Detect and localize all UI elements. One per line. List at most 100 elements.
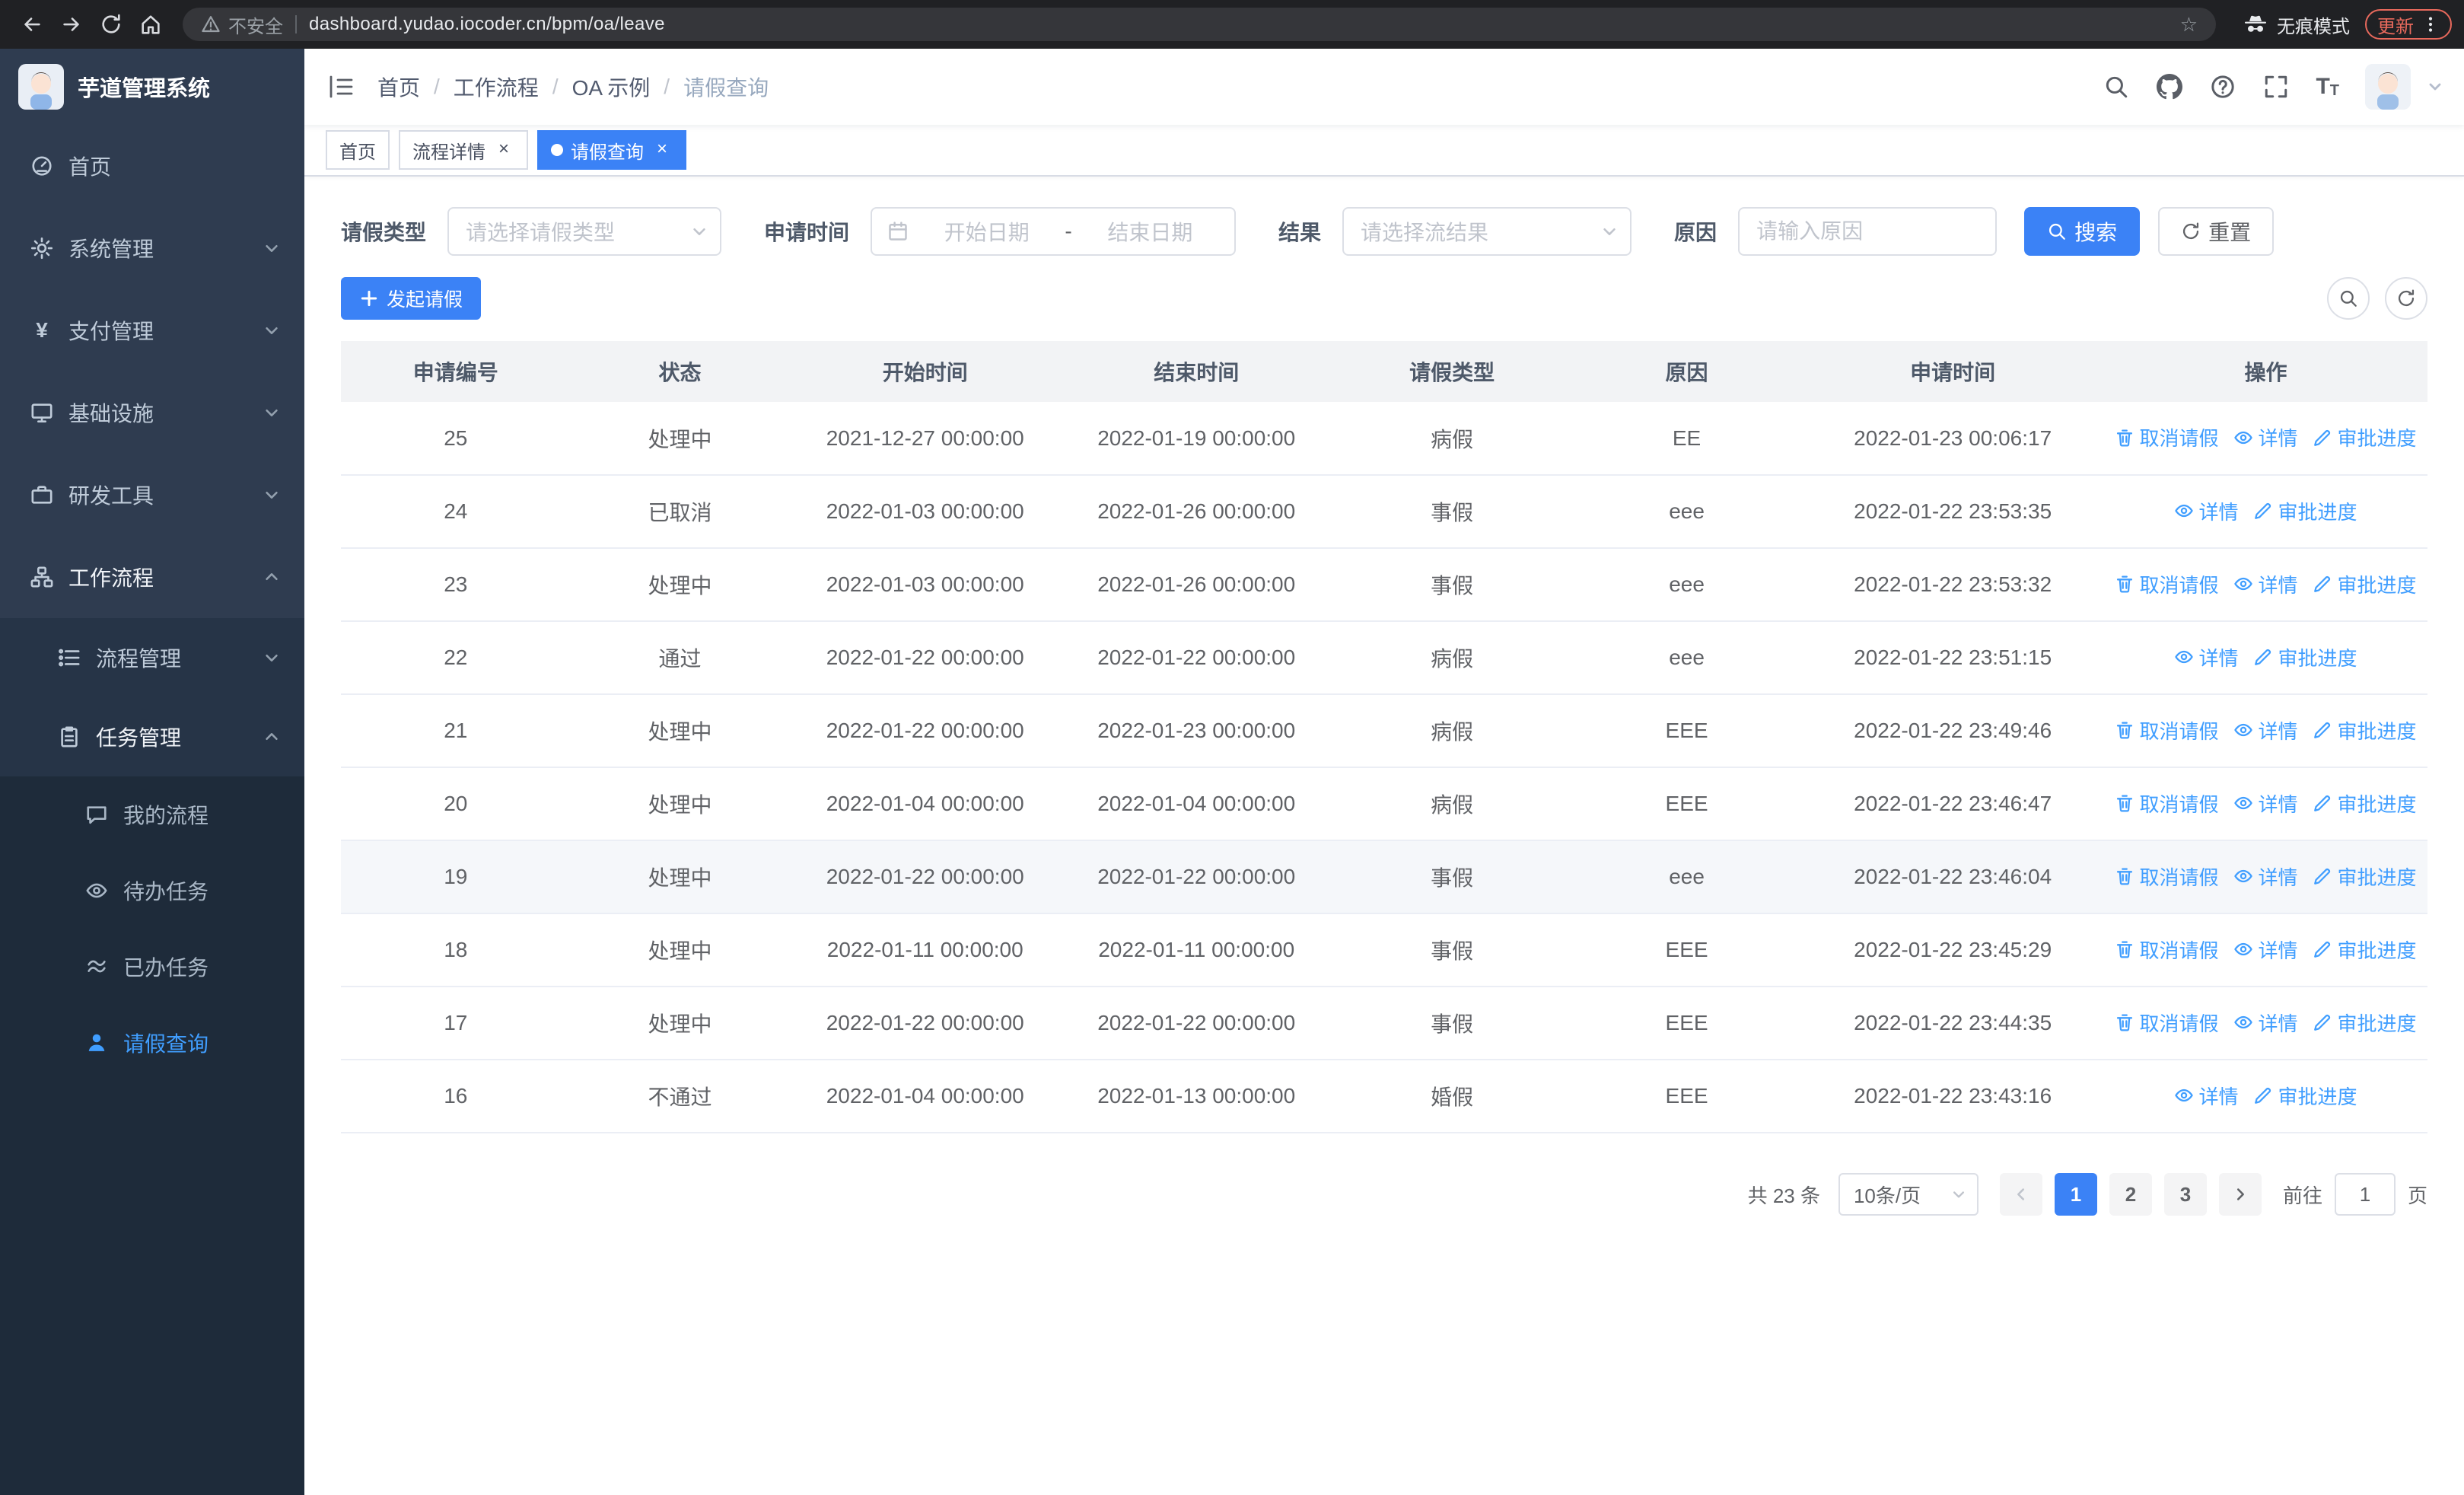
toggle-search-button[interactable] (2327, 277, 2370, 320)
breadcrumb-oa-example[interactable]: OA 示例 (572, 72, 651, 102)
security-label[interactable]: 不安全 (228, 11, 283, 38)
operations-cell: 详情 审批进度 (2103, 1060, 2427, 1133)
reset-button[interactable]: 重置 (2158, 207, 2275, 256)
tab-close-icon[interactable]: × (651, 139, 673, 161)
tab-label: 流程详情 (412, 142, 485, 163)
start-time-cell: 2022-01-04 00:00:00 (789, 1060, 1061, 1133)
approval-progress-link[interactable]: 审批进度 (2253, 643, 2357, 671)
detail-link[interactable]: 详情 (2174, 497, 2238, 525)
approval-progress-link[interactable]: 审批进度 (2313, 1009, 2416, 1037)
end-time-cell: 2022-01-13 00:00:00 (1060, 1060, 1332, 1133)
font-size-icon[interactable]: TT (2316, 75, 2339, 99)
start-time-cell: 2022-01-03 00:00:00 (789, 548, 1061, 622)
sidebar-item-leave-query[interactable]: 请假查询 (0, 1005, 304, 1081)
next-page-button[interactable] (2218, 1173, 2262, 1216)
detail-link[interactable]: 详情 (2233, 570, 2297, 598)
url-text[interactable]: dashboard.yudao.iocoder.cn/bpm/oa/leave (309, 14, 2180, 35)
back-button[interactable] (12, 5, 52, 44)
menu-dots-icon[interactable] (2421, 15, 2440, 33)
header-search-icon[interactable] (2103, 73, 2130, 100)
cancel-leave-link[interactable]: 取消请假 (2115, 789, 2218, 818)
detail-link[interactable]: 详情 (2174, 643, 2238, 671)
approval-progress-link[interactable]: 审批进度 (2253, 1082, 2357, 1110)
view-tab[interactable]: 流程详情 × (399, 130, 528, 170)
github-icon[interactable] (2156, 73, 2183, 100)
forward-button[interactable] (52, 5, 91, 44)
help-icon[interactable] (2209, 73, 2236, 100)
app-logo[interactable]: 芋道管理系统 (0, 49, 304, 125)
address-bar[interactable]: 不安全 dashboard.yudao.iocoder.cn/bpm/oa/le… (183, 8, 2216, 41)
cancel-leave-link[interactable]: 取消请假 (2115, 862, 2218, 891)
search-button[interactable]: 搜索 (2024, 207, 2141, 256)
breadcrumb-workflow[interactable]: 工作流程 (454, 72, 539, 102)
tab-close-icon[interactable]: × (493, 139, 514, 161)
sidebar-item-infrastructure[interactable]: 基础设施 (0, 371, 304, 454)
approval-progress-link[interactable]: 审批进度 (2253, 497, 2357, 525)
status-cell: 处理中 (570, 767, 790, 841)
operations-cell: 取消请假 详情 审批进度 (2103, 548, 2427, 622)
sidebar-item-task-mgmt[interactable]: 任务管理 (0, 697, 304, 776)
prev-page-button[interactable] (1999, 1173, 2042, 1216)
sidebar-item-devtools[interactable]: 研发工具 (0, 454, 304, 536)
sidebar-item-system[interactable]: 系统管理 (0, 207, 304, 289)
sidebar-item-process-mgmt[interactable]: 流程管理 (0, 618, 304, 697)
reason-input[interactable] (1738, 207, 1998, 256)
home-button[interactable] (131, 5, 170, 44)
detail-link[interactable]: 详情 (2174, 1082, 2238, 1110)
cancel-leave-link[interactable]: 取消请假 (2115, 936, 2218, 964)
cancel-leave-link[interactable]: 取消请假 (2115, 1009, 2218, 1037)
goto-page-input[interactable] (2334, 1173, 2396, 1216)
approval-progress-link[interactable]: 审批进度 (2313, 716, 2416, 744)
eye-icon (2234, 1016, 2253, 1029)
create-leave-button[interactable]: 发起请假 (341, 277, 482, 320)
view-tab[interactable]: 首页 (326, 130, 390, 170)
page-size-select[interactable]: 10条/页 (1838, 1173, 1979, 1216)
user-avatar[interactable] (2365, 64, 2411, 110)
start-time-cell: 2022-01-22 00:00:00 (789, 840, 1061, 914)
reload-button[interactable] (91, 5, 131, 44)
sidebar-item-done-tasks[interactable]: 已办任务 (0, 929, 304, 1005)
leave-type-cell: 病假 (1332, 402, 1572, 476)
sidebar-item-home[interactable]: 首页 (0, 125, 304, 207)
hamburger-icon[interactable] (326, 72, 356, 102)
update-button[interactable]: 更新 (2365, 9, 2452, 40)
sidebar-item-todo-tasks[interactable]: 待办任务 (0, 853, 304, 929)
cancel-leave-link[interactable]: 取消请假 (2115, 423, 2218, 451)
page-button[interactable]: 1 (2054, 1173, 2097, 1216)
detail-link[interactable]: 详情 (2233, 1009, 2297, 1037)
avatar-caret-icon[interactable] (2427, 79, 2443, 94)
reason-cell: eee (1571, 475, 1802, 549)
page-button[interactable]: 2 (2109, 1173, 2152, 1216)
apply-time-range-picker[interactable]: 开始日期 - 结束日期 (871, 207, 1237, 256)
detail-link[interactable]: 详情 (2233, 936, 2297, 964)
operations-cell: 取消请假 详情 审批进度 (2103, 987, 2427, 1060)
approval-progress-link[interactable]: 审批进度 (2313, 423, 2416, 451)
detail-link[interactable]: 详情 (2233, 862, 2297, 891)
breadcrumb-home[interactable]: 首页 (377, 72, 420, 102)
cancel-leave-link[interactable]: 取消请假 (2115, 570, 2218, 598)
detail-link[interactable]: 详情 (2233, 716, 2297, 744)
cancel-leave-link[interactable]: 取消请假 (2115, 716, 2218, 744)
application-id-cell: 18 (341, 913, 571, 987)
sidebar-item-payment[interactable]: ¥ 支付管理 (0, 289, 304, 371)
detail-link[interactable]: 详情 (2233, 423, 2297, 451)
leave-type-select[interactable]: 请选择请假类型 (447, 207, 722, 256)
edit-icon (2314, 1015, 2331, 1031)
status-cell: 不通过 (570, 1060, 790, 1133)
eye-icon (2234, 870, 2253, 883)
reason-cell: eee (1571, 840, 1802, 914)
approval-progress-link[interactable]: 审批进度 (2313, 570, 2416, 598)
fullscreen-icon[interactable] (2262, 73, 2290, 100)
bookmark-star-icon[interactable]: ☆ (2180, 13, 2198, 37)
detail-link[interactable]: 详情 (2233, 789, 2297, 818)
approval-progress-link[interactable]: 审批进度 (2313, 789, 2416, 818)
apply-time-cell: 2022-01-22 23:45:29 (1801, 913, 2104, 987)
sidebar-item-workflow[interactable]: 工作流程 (0, 536, 304, 618)
approval-progress-link[interactable]: 审批进度 (2313, 862, 2416, 891)
sidebar-item-my-process[interactable]: 我的流程 (0, 776, 304, 853)
view-tab[interactable]: 请假查询 × (537, 130, 686, 170)
approval-progress-link[interactable]: 审批进度 (2313, 936, 2416, 964)
page-button[interactable]: 3 (2163, 1173, 2207, 1216)
refresh-table-button[interactable] (2385, 277, 2427, 320)
result-select[interactable]: 请选择流结果 (1342, 207, 1632, 256)
